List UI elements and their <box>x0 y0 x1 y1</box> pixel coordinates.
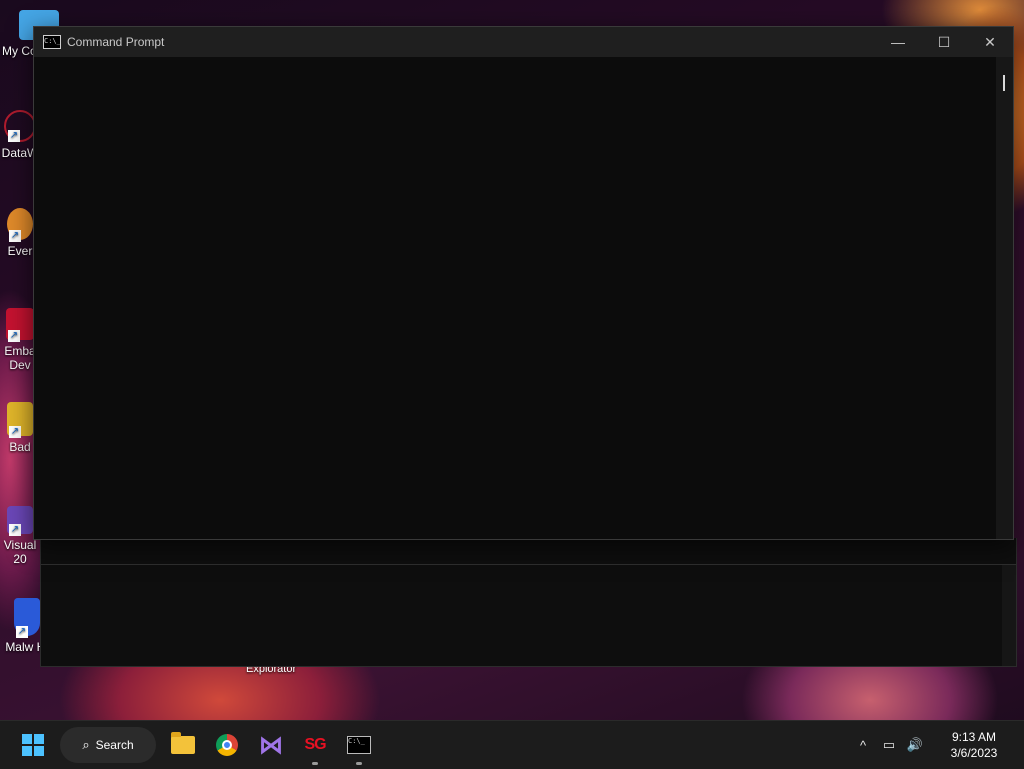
taskbar-search-button[interactable]: ⌕ Search <box>60 727 156 763</box>
search-label: Search <box>95 738 134 752</box>
embarcadero-icon: ↗ <box>6 308 34 342</box>
ghost-divider <box>41 564 1016 565</box>
clock[interactable]: 9:13 AM 3/6/2023 <box>934 729 1014 761</box>
scrollbar-thumb[interactable] <box>1003 75 1005 91</box>
desktop-icon-label: Visual 20 <box>3 538 37 566</box>
network-icon[interactable]: ▭ <box>876 737 902 753</box>
chrome-icon <box>216 734 238 756</box>
taskbar-visual-studio[interactable]: ⋈ <box>253 727 289 763</box>
console-area[interactable] <box>34 57 995 539</box>
window-controls: — ☐ ✕ <box>875 27 1013 57</box>
taskbar-sg[interactable]: SG <box>297 727 333 765</box>
shortcut-arrow-icon: ↗ <box>8 130 20 142</box>
datawarehouse-icon: ↗ <box>4 110 36 142</box>
visual-studio-icon: ↗ <box>7 506 33 536</box>
cmd-icon: C:\_ <box>43 35 61 49</box>
clock-date: 3/6/2023 <box>950 746 998 760</box>
cmd-icon: C:\_ <box>347 736 371 754</box>
folder-icon <box>171 732 195 754</box>
taskbar-chrome[interactable] <box>209 727 245 763</box>
system-tray: ^ ▭ 🔊 9:13 AM 3/6/2023 <box>850 721 1024 769</box>
show-hidden-icons-chevron-icon[interactable]: ^ <box>850 738 876 753</box>
bad-app-icon: ↗ <box>7 402 33 438</box>
command-prompt-window[interactable]: C:\_ Command Prompt — ☐ ✕ <box>33 26 1014 540</box>
windows-logo-icon <box>22 734 44 756</box>
ghost-window-frame <box>40 538 1017 667</box>
shortcut-arrow-icon: ↗ <box>9 524 21 536</box>
running-indicator <box>356 762 362 765</box>
ghost-scrollbar <box>1002 565 1016 666</box>
sg-icon: SG <box>304 736 326 753</box>
taskbar-command-prompt[interactable]: C:\_ <box>341 727 377 765</box>
shield-icon: ↗ <box>14 598 40 638</box>
visual-studio-icon: ⋈ <box>259 731 283 759</box>
taskbar: ⌕ Search ⋈ SG C:\_ ^ ▭ 🔊 9:13 AM 3/6/202… <box>0 720 1024 769</box>
close-button[interactable]: ✕ <box>967 27 1013 57</box>
shortcut-arrow-icon: ↗ <box>16 626 28 638</box>
vertical-scrollbar[interactable] <box>996 57 1013 539</box>
everything-icon: ↗ <box>7 208 33 242</box>
window-title: Command Prompt <box>67 35 165 49</box>
shortcut-arrow-icon: ↗ <box>8 330 20 342</box>
running-indicator <box>312 762 318 765</box>
shortcut-arrow-icon: ↗ <box>9 230 21 242</box>
minimize-button[interactable]: — <box>875 27 921 57</box>
search-icon: ⌕ <box>82 737 90 752</box>
volume-icon[interactable]: 🔊 <box>902 737 928 753</box>
clock-time: 9:13 AM <box>951 730 997 744</box>
titlebar[interactable]: C:\_ Command Prompt — ☐ ✕ <box>34 27 1013 57</box>
taskbar-file-explorer[interactable] <box>165 727 201 763</box>
start-button[interactable] <box>14 727 52 763</box>
shortcut-arrow-icon: ↗ <box>9 426 21 438</box>
maximize-button[interactable]: ☐ <box>921 27 967 57</box>
